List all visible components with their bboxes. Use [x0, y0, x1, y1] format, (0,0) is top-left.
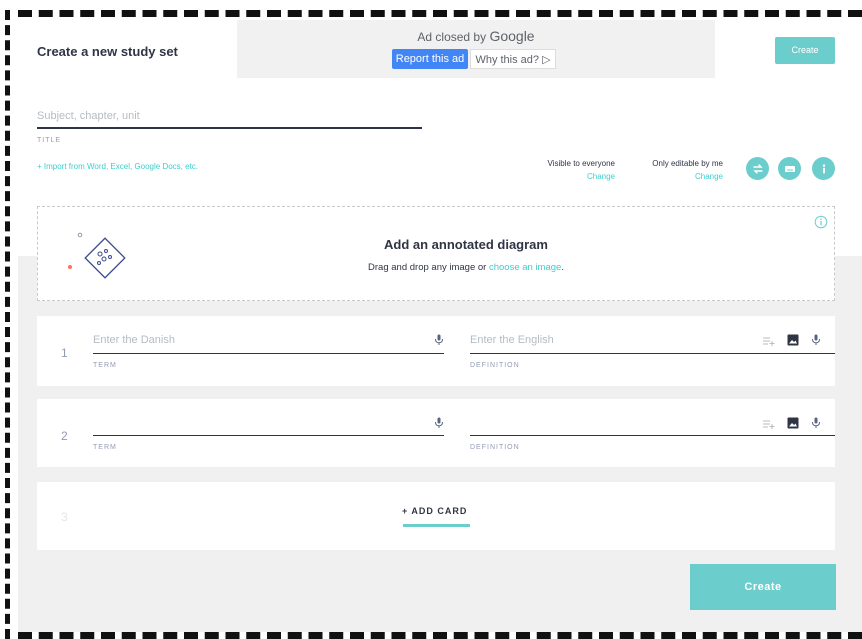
term-underline	[93, 435, 444, 436]
diagram-dropzone[interactable]: Add an annotated diagram Drag and drop a…	[37, 206, 835, 301]
definition-underline	[470, 353, 835, 354]
frame-top-border	[18, 10, 862, 17]
report-ad-button[interactable]: Report this ad	[392, 49, 468, 69]
image-icon[interactable]	[787, 334, 799, 346]
mic-icon[interactable]	[434, 417, 444, 429]
definition-label: DEFINITION	[470, 444, 520, 451]
import-link[interactable]: + Import from Word, Excel, Google Docs, …	[37, 162, 198, 171]
why-this-ad-button[interactable]: Why this ad? ▷	[470, 49, 556, 69]
frame-bottom-border	[18, 632, 862, 639]
ad-closed-text: Ad closed by Google	[237, 28, 715, 44]
definition-input[interactable]: Enter the English	[470, 334, 554, 346]
add-list-icon[interactable]	[763, 336, 775, 346]
swap-icon	[752, 163, 763, 174]
card-number: 1	[61, 346, 68, 360]
visibility-text: Visible to everyone	[547, 159, 615, 168]
visibility-setting: Visible to everyone Change	[520, 159, 615, 181]
info-icon	[822, 163, 825, 173]
editability-text: Only editable by me	[652, 159, 723, 168]
definition-label: DEFINITION	[470, 362, 520, 369]
definition-mic-icon[interactable]	[811, 334, 821, 346]
diagram-info-icon[interactable]	[814, 215, 828, 229]
term-underline	[93, 353, 444, 354]
create-button-top[interactable]: Create	[775, 37, 835, 64]
google-brand: Google	[489, 28, 535, 44]
card-number: 2	[61, 429, 68, 443]
definition-underline	[470, 435, 835, 436]
mic-icon[interactable]	[434, 334, 444, 346]
page-title: Create a new study set	[37, 44, 178, 59]
card-1: 1 Enter the Danish TERM Enter the Englis…	[37, 316, 835, 386]
card-2: 2 TERM DEFINITION	[37, 399, 835, 467]
definition-mic-icon[interactable]	[811, 417, 821, 429]
ad-closed-label: Ad closed by	[417, 30, 487, 44]
add-card-row: 3 + ADD CARD	[37, 482, 835, 550]
frame-left-border	[5, 10, 10, 639]
ad-banner: Ad closed by Google Report this ad Why t…	[237, 20, 715, 78]
term-label: TERM	[93, 362, 117, 369]
title-input[interactable]	[37, 105, 422, 129]
add-card-underline	[403, 524, 470, 527]
diagram-subtitle: Drag and drop any image or choose an ima…	[38, 262, 834, 273]
choose-image-link[interactable]: choose an image	[489, 262, 561, 273]
visibility-change-link[interactable]: Change	[520, 172, 615, 181]
add-list-icon[interactable]	[763, 419, 775, 429]
diagram-subtitle-period: .	[561, 262, 564, 273]
diagram-title: Add an annotated diagram	[384, 237, 548, 252]
editability-change-link[interactable]: Change	[620, 172, 723, 181]
info-button[interactable]	[812, 157, 835, 180]
add-card-button[interactable]: + ADD CARD	[402, 506, 467, 516]
editability-setting: Only editable by me Change	[620, 159, 723, 181]
image-icon[interactable]	[787, 417, 799, 429]
swap-button[interactable]	[746, 157, 769, 180]
keyboard-button[interactable]	[778, 157, 801, 180]
keyboard-icon	[784, 165, 795, 172]
card-number: 3	[61, 510, 68, 524]
create-button-bottom[interactable]: Create	[690, 564, 836, 610]
title-label: TITLE	[37, 137, 62, 144]
term-input[interactable]: Enter the Danish	[93, 334, 175, 346]
term-label: TERM	[93, 444, 117, 451]
diagram-subtitle-text: Drag and drop any image or	[368, 262, 487, 273]
